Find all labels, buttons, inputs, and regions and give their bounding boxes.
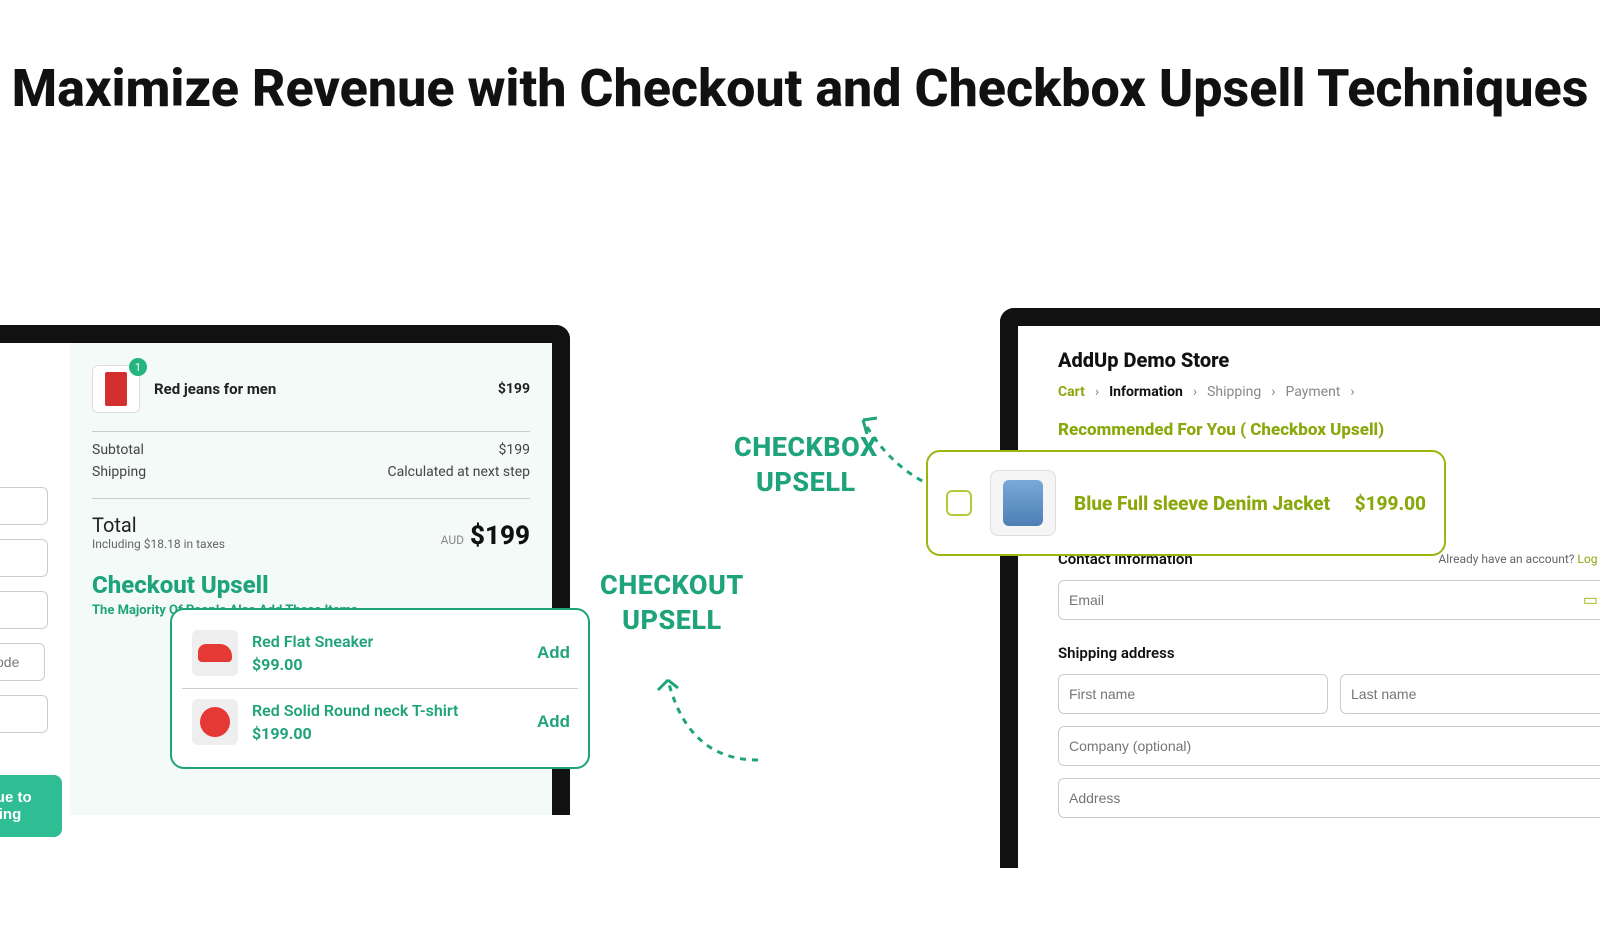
generic-field-1[interactable] bbox=[0, 539, 48, 577]
upsell-item-name: Red Solid Round neck T-shirt bbox=[252, 701, 458, 720]
company-field[interactable] bbox=[1058, 726, 1600, 766]
last-name-field[interactable] bbox=[1340, 674, 1600, 714]
jacket-icon bbox=[1003, 480, 1043, 526]
qty-badge: 1 bbox=[129, 358, 147, 376]
checkout-upsell-heading: Checkout Upsell bbox=[92, 571, 530, 599]
upsell-item-price: $199.00 bbox=[252, 724, 458, 743]
sneaker-icon bbox=[198, 644, 232, 662]
total-value: $199 bbox=[470, 521, 530, 551]
have-account-text: Already have an account? Log in bbox=[1438, 552, 1600, 566]
checkout-upsell-card: Red Flat Sneaker $99.00 Add Red Solid Ro… bbox=[170, 608, 590, 769]
page-title: Maximize Revenue with Checkout and Check… bbox=[0, 50, 1600, 128]
checkbox-upsell-price: $199.00 bbox=[1355, 492, 1426, 515]
address-field[interactable] bbox=[1058, 778, 1600, 818]
tshirt-icon bbox=[200, 707, 230, 737]
add-button[interactable]: Add bbox=[537, 643, 574, 663]
jacket-thumb bbox=[990, 470, 1056, 536]
checkbox-upsell-card[interactable]: Blue Full sleeve Denim Jacket $199.00 bbox=[926, 450, 1446, 556]
shipping-value: Calculated at next step bbox=[388, 464, 530, 480]
first-name-field[interactable] bbox=[1058, 674, 1328, 714]
upsell-checkbox[interactable] bbox=[946, 490, 972, 516]
tax-note: Including $18.18 in taxes bbox=[92, 537, 225, 551]
add-button[interactable]: Add bbox=[537, 712, 574, 732]
subtotal-value: $199 bbox=[499, 442, 530, 458]
email-field[interactable] bbox=[1058, 580, 1600, 620]
checkout-form-column: Payment › Continue to shipping bbox=[0, 343, 70, 815]
continue-to-shipping-button[interactable]: Continue to shipping bbox=[0, 775, 62, 837]
last-name-field[interactable] bbox=[0, 487, 48, 525]
breadcrumb-shipping: Shipping bbox=[1207, 384, 1261, 400]
breadcrumb-payment: Payment bbox=[1285, 384, 1340, 400]
currency-label: AUD bbox=[441, 533, 464, 547]
upsell-item-name: Red Flat Sneaker bbox=[252, 632, 373, 651]
right-device-frame: AddUp Demo Store Cart › Information › Sh… bbox=[1000, 308, 1600, 868]
upsell-item: Red Solid Round neck T-shirt $199.00 Add bbox=[182, 688, 578, 757]
store-name: AddUp Demo Store bbox=[1058, 348, 1600, 372]
cart-line-item: 1 Red jeans for men $199 bbox=[92, 365, 530, 413]
recommended-heading: Recommended For You ( Checkbox Upsell) bbox=[1058, 420, 1600, 440]
generic-field-3[interactable] bbox=[0, 695, 48, 733]
cart-item-price: $199 bbox=[498, 381, 530, 397]
chevron-right-icon: › bbox=[1193, 384, 1197, 400]
breadcrumb-information: Information bbox=[1109, 384, 1183, 400]
jeans-icon bbox=[105, 372, 127, 406]
chevron-right-icon: › bbox=[1095, 384, 1099, 400]
id-card-icon: ▭ bbox=[1583, 590, 1598, 609]
chevron-right-icon: › bbox=[1271, 384, 1275, 400]
total-label: Total bbox=[92, 513, 225, 537]
cart-item-name: Red jeans for men bbox=[154, 380, 484, 398]
postcode-field[interactable] bbox=[0, 643, 45, 681]
subtotal-label: Subtotal bbox=[92, 442, 144, 458]
arrow-checkout-icon bbox=[588, 650, 768, 770]
tshirt-thumb bbox=[192, 699, 238, 745]
upsell-item: Red Flat Sneaker $99.00 Add bbox=[182, 620, 578, 688]
shipping-address-label: Shipping address bbox=[1058, 644, 1600, 662]
upsell-item-price: $99.00 bbox=[252, 655, 373, 674]
breadcrumb: Cart › Information › Shipping › Payment … bbox=[1058, 384, 1600, 400]
chevron-right-icon: › bbox=[1350, 384, 1354, 400]
checkout-upsell-tag: CHECKOUTUPSELL bbox=[600, 568, 744, 638]
breadcrumb-cart[interactable]: Cart bbox=[1058, 384, 1085, 400]
breadcrumb: Payment › bbox=[0, 407, 62, 423]
shipping-label: Shipping bbox=[92, 464, 146, 480]
generic-field-2[interactable] bbox=[0, 591, 48, 629]
login-link[interactable]: Log in bbox=[1577, 552, 1600, 566]
sneaker-thumb bbox=[192, 630, 238, 676]
checkbox-upsell-name: Blue Full sleeve Denim Jacket bbox=[1074, 492, 1337, 515]
product-thumb: 1 bbox=[92, 365, 140, 413]
